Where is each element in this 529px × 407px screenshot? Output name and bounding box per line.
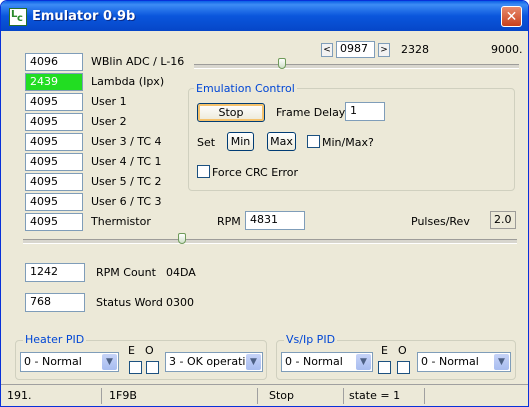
heater-mode-value: 0 - Normal <box>24 355 82 368</box>
spin-value-field[interactable]: 0987 <box>336 41 375 58</box>
rpm-slider-thumb[interactable] <box>178 233 186 244</box>
rpm-input[interactable]: 4831 <box>245 211 305 230</box>
channel-label-user2: User 2 <box>91 115 127 128</box>
vsip-o-checkbox[interactable] <box>397 361 410 374</box>
vsip-status-value: 0 - Normal <box>421 355 479 368</box>
spin-right-button[interactable]: > <box>378 43 390 57</box>
max-button[interactable]: Max <box>267 132 296 151</box>
chevron-down-icon: ▼ <box>356 354 371 370</box>
set-label: Set <box>197 136 216 149</box>
app-icon: Lc <box>9 8 27 26</box>
top-slider-track[interactable] <box>194 64 519 69</box>
status-word-label: Status Word <box>96 296 163 309</box>
channel-value-lambda[interactable]: 2439 <box>25 73 83 91</box>
status-bar: 191. 1F9B Stop state = 1 <box>1 384 528 406</box>
heater-o-checkbox[interactable] <box>146 361 159 374</box>
channel-value-user4[interactable]: 4095 <box>25 153 83 171</box>
vsip-pid-title: Vs/Ip PID <box>284 333 338 346</box>
heater-mode-select[interactable]: 0 - Normal ▼ <box>20 352 119 372</box>
rpm-count-input[interactable]: 1242 <box>25 263 85 282</box>
heater-status-select[interactable]: 3 - OK operatio ▼ <box>165 352 263 372</box>
chevron-down-icon: ▼ <box>102 354 117 370</box>
status-pane-5 <box>428 388 527 404</box>
status-pane-4: state = 1 <box>345 388 425 404</box>
pulses-rev-label: Pulses/Rev <box>411 215 470 228</box>
frame-delay-label: Frame Delay <box>276 106 346 119</box>
status-pane-1: 191. <box>3 388 102 404</box>
channel-label-user3: User 3 / TC 4 <box>91 135 162 148</box>
channel-label-wblin: WBlin ADC / L-16 <box>91 55 185 68</box>
channel-value-user3[interactable]: 4095 <box>25 133 83 151</box>
rpm-count-label: RPM Count <box>96 266 156 279</box>
vsip-status-select[interactable]: 0 - Normal ▼ <box>417 352 511 372</box>
channel-label-thermistor: Thermistor <box>91 215 151 228</box>
channel-label-user6: User 6 / TC 3 <box>91 195 162 208</box>
channel-value-user5[interactable]: 4095 <box>25 173 83 191</box>
channel-value-user6[interactable]: 4095 <box>25 193 83 211</box>
vsip-mode-select[interactable]: 0 - Normal ▼ <box>281 352 373 372</box>
heater-pid-title: Heater PID <box>23 333 87 346</box>
vsip-mode-value: 0 - Normal <box>285 355 343 368</box>
heater-o-label: O <box>145 344 154 357</box>
chevron-left-icon: < <box>323 45 331 55</box>
channel-label-user4: User 4 / TC 1 <box>91 155 162 168</box>
status-pane-2: 1F9B <box>105 388 258 404</box>
channel-label-user5: User 5 / TC 2 <box>91 175 162 188</box>
status-pane-3: Stop <box>265 388 344 404</box>
vsip-e-label: E <box>381 344 388 357</box>
channel-label-user1: User 1 <box>91 95 127 108</box>
stop-button[interactable]: Stop <box>197 103 265 122</box>
minmax-label: Min/Max? <box>322 136 374 149</box>
slider-center-value: 2328 <box>401 43 429 56</box>
slider-max-value: 9000. <box>491 43 523 56</box>
channel-value-user2[interactable]: 4095 <box>25 113 83 131</box>
window-title: Emulator 0.9b <box>32 9 136 24</box>
channel-value-user1[interactable]: 4095 <box>25 93 83 111</box>
frame-delay-input[interactable]: 1 <box>345 102 385 121</box>
close-icon: ✕ <box>505 9 518 25</box>
status-word-input[interactable]: 768 <box>25 293 85 312</box>
rpm-label: RPM <box>217 215 241 228</box>
close-button[interactable]: ✕ <box>501 6 522 27</box>
heater-e-checkbox[interactable] <box>129 361 142 374</box>
chevron-right-icon: > <box>380 45 388 55</box>
vsip-o-label: O <box>398 344 407 357</box>
top-slider-thumb[interactable] <box>278 58 286 69</box>
force-crc-checkbox[interactable] <box>197 165 210 178</box>
title-bar[interactable]: Lc Emulator 0.9b ✕ <box>1 1 528 31</box>
emulation-control-title: Emulation Control <box>194 82 297 95</box>
channel-value-wblin[interactable]: 4096 <box>25 53 83 71</box>
channel-value-thermistor[interactable]: 4095 <box>25 213 83 231</box>
chevron-down-icon: ▼ <box>494 354 509 370</box>
pulses-rev-value: 2.0 <box>490 211 516 229</box>
heater-status-value: 3 - OK operatio <box>169 355 247 368</box>
channel-label-lambda: Lambda (Ipx) <box>91 75 165 88</box>
rpm-slider-track[interactable] <box>23 239 517 244</box>
status-word-hex: 0300 <box>166 296 194 309</box>
chevron-down-icon: ▼ <box>246 354 261 370</box>
force-crc-label: Force CRC Error <box>212 166 299 179</box>
spin-left-button[interactable]: < <box>321 43 333 57</box>
vsip-e-checkbox[interactable] <box>378 361 391 374</box>
minmax-checkbox[interactable] <box>307 135 320 148</box>
rpm-count-hex: 04DA <box>166 266 196 279</box>
heater-e-label: E <box>128 344 135 357</box>
emulator-window: Lc Emulator 0.9b ✕ 4096 WBlin ADC / L-16… <box>0 0 529 407</box>
min-button[interactable]: Min <box>227 132 254 151</box>
